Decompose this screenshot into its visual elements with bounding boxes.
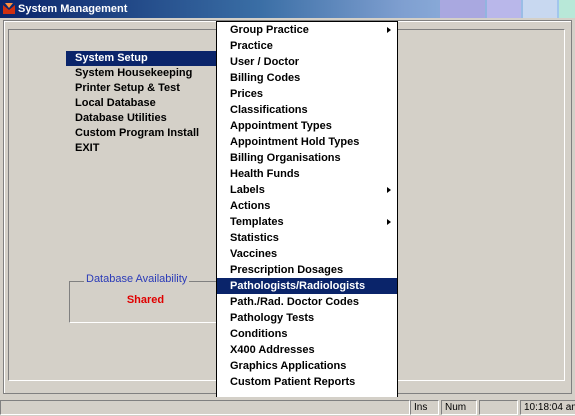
submenu-item-pathologists-radiologists[interactable]: Pathologists/Radiologists	[217, 278, 397, 294]
submenu-item-labels[interactable]: Labels	[217, 182, 397, 198]
submenu-item-health-funds[interactable]: Health Funds	[217, 166, 397, 182]
status-num: Num	[441, 400, 477, 415]
submenu-item-group-practice[interactable]: Group Practice	[217, 22, 397, 38]
database-availability-value: Shared	[126, 294, 165, 306]
submenu-item-templates[interactable]: Templates	[217, 214, 397, 230]
title-bar[interactable]: System Management	[0, 0, 575, 18]
submenu-arrow-icon	[387, 219, 391, 225]
menu-item-system-housekeeping[interactable]: System Housekeeping	[66, 66, 221, 81]
submenu-item-conditions[interactable]: Conditions	[217, 326, 397, 342]
submenu-item-actions[interactable]: Actions	[217, 198, 397, 214]
submenu-item-classifications[interactable]: Classifications	[217, 102, 397, 118]
submenu-item-vaccines[interactable]: Vaccines	[217, 246, 397, 262]
submenu-item-x400-addresses[interactable]: X400 Addresses	[217, 342, 397, 358]
submenu-item-path-rad-doctor-codes[interactable]: Path./Rad. Doctor Codes	[217, 294, 397, 310]
submenu-item-label: Templates	[230, 216, 284, 228]
submenu-item-prices[interactable]: Prices	[217, 86, 397, 102]
menu-item-custom-program-install[interactable]: Custom Program Install	[66, 126, 221, 141]
submenu-item-prescription-dosages[interactable]: Prescription Dosages	[217, 262, 397, 278]
submenu-item-statistics[interactable]: Statistics	[217, 230, 397, 246]
status-panel-message	[0, 400, 410, 415]
submenu-item-appointment-hold-types[interactable]: Appointment Hold Types	[217, 134, 397, 150]
submenu-item-graphics-applications[interactable]: Graphics Applications	[217, 358, 397, 374]
menu-item-system-setup[interactable]: System Setup	[66, 51, 221, 66]
submenu-item-pathology-tests[interactable]: Pathology Tests	[217, 310, 397, 326]
submenu-item-billing-organisations[interactable]: Billing Organisations	[217, 150, 397, 166]
submenu-item-appointment-types[interactable]: Appointment Types	[217, 118, 397, 134]
main-menu: System Setup System Housekeeping Printer…	[66, 51, 221, 156]
status-ins: Ins	[410, 400, 439, 415]
database-availability-group: Database Availability Shared	[69, 273, 222, 323]
submenu-item-label: Labels	[230, 184, 265, 196]
window-title: System Management	[18, 3, 128, 15]
system-setup-submenu: Group Practice Practice User / Doctor Bi…	[216, 21, 398, 398]
status-bar: Ins Num 10:18:04 am	[0, 397, 575, 416]
menu-item-database-utilities[interactable]: Database Utilities	[66, 111, 221, 126]
menu-item-printer-setup[interactable]: Printer Setup & Test	[66, 81, 221, 96]
menu-item-exit[interactable]: EXIT	[66, 141, 221, 156]
submenu-item-billing-codes[interactable]: Billing Codes	[217, 70, 397, 86]
menu-item-local-database[interactable]: Local Database	[66, 96, 221, 111]
database-availability-legend: Database Availability	[84, 273, 190, 285]
submenu-arrow-icon	[387, 187, 391, 193]
submenu-arrow-icon	[387, 27, 391, 33]
status-time: 10:18:04 am	[520, 400, 575, 415]
status-panel-empty	[479, 400, 518, 415]
submenu-item-user-doctor[interactable]: User / Doctor	[217, 54, 397, 70]
submenu-item-custom-patient-reports[interactable]: Custom Patient Reports	[217, 374, 397, 390]
submenu-item-practice[interactable]: Practice	[217, 38, 397, 54]
app-icon[interactable]	[2, 2, 16, 16]
submenu-item-label: Group Practice	[230, 24, 309, 36]
